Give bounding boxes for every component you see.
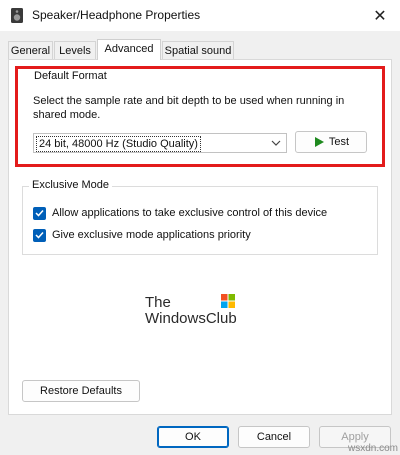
tab-general[interactable]: General xyxy=(8,41,53,59)
logo-line1: The xyxy=(145,294,171,311)
format-select[interactable]: 24 bit, 48000 Hz (Studio Quality) xyxy=(33,133,287,153)
logo-line2: WindowsClub xyxy=(145,310,237,327)
exclusive-mode-label: Exclusive Mode xyxy=(29,179,113,191)
tab-advanced[interactable]: Advanced xyxy=(97,39,161,60)
test-button[interactable]: Test xyxy=(295,131,367,153)
exclusive-priority-checkbox[interactable] xyxy=(33,228,46,242)
cancel-button[interactable]: Cancel xyxy=(238,426,310,448)
tab-spatial-sound[interactable]: Spatial sound xyxy=(162,41,234,59)
default-format-label: Default Format xyxy=(31,70,110,82)
exclusive-priority-label: Give exclusive mode applications priorit… xyxy=(52,229,251,241)
chevron-down-icon xyxy=(270,136,282,150)
exclusive-priority-option[interactable]: Give exclusive mode applications priorit… xyxy=(33,227,251,243)
format-select-value: 24 bit, 48000 Hz (Studio Quality) xyxy=(36,136,201,152)
exclusive-control-checkbox[interactable] xyxy=(33,206,46,220)
title-bar: Speaker/Headphone Properties ✕ xyxy=(0,0,400,31)
play-icon xyxy=(314,137,324,147)
tab-levels[interactable]: Levels xyxy=(54,41,96,59)
close-button[interactable]: ✕ xyxy=(360,0,400,31)
ok-button[interactable]: OK xyxy=(157,426,229,448)
restore-defaults-button[interactable]: Restore Defaults xyxy=(22,380,140,402)
speaker-icon xyxy=(11,8,23,23)
close-icon: ✕ xyxy=(373,7,387,25)
exclusive-control-option[interactable]: Allow applications to take exclusive con… xyxy=(33,205,327,221)
site-watermark: wsxdn.com xyxy=(347,443,398,454)
exclusive-control-label: Allow applications to take exclusive con… xyxy=(52,207,328,219)
checkmark-icon xyxy=(35,209,44,217)
checkmark-icon xyxy=(35,231,44,239)
test-button-label: Test xyxy=(328,136,350,148)
windows-logo-icon xyxy=(221,294,235,308)
window-title: Speaker/Headphone Properties xyxy=(32,8,201,22)
default-format-description: Select the sample rate and bit depth to … xyxy=(33,95,345,121)
